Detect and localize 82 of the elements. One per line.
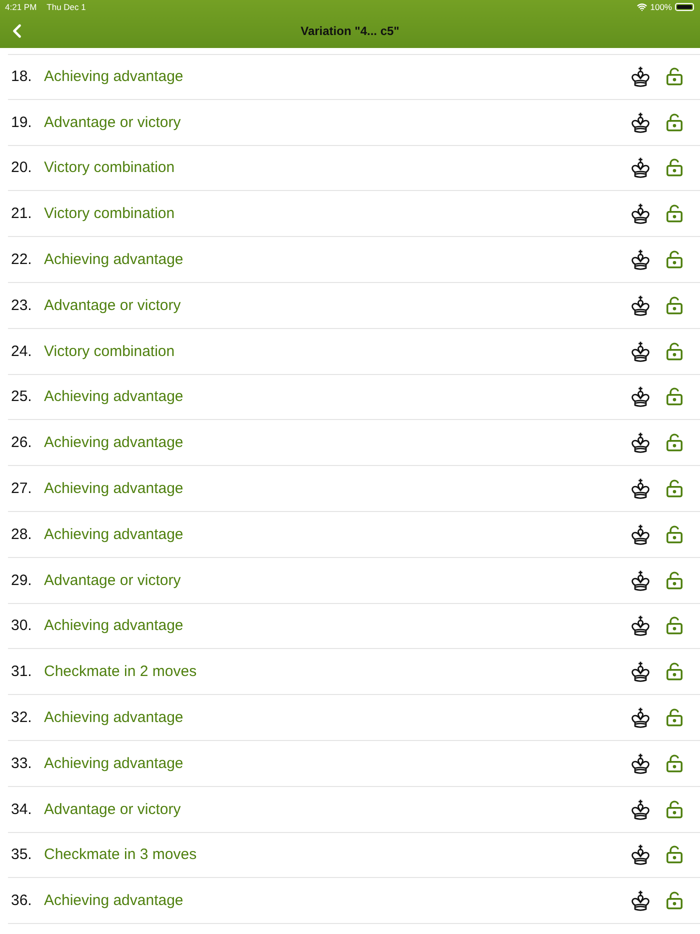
- exercise-row[interactable]: 21. Victory combination: [8, 191, 700, 238]
- exercise-row[interactable]: 31. Checkmate in 2 moves: [8, 649, 700, 696]
- exercise-row[interactable]: 30. Achieving advantage: [8, 604, 700, 650]
- exercise-row[interactable]: 34. Advantage or victory: [8, 786, 700, 833]
- exercise-title: Checkmate in 2 moves: [44, 663, 198, 680]
- exercise-row[interactable]: 20. Victory combination: [8, 146, 700, 192]
- chess-king-icon: [631, 524, 650, 545]
- exercise-row[interactable]: 29. Advantage or victory: [8, 558, 700, 604]
- battery-icon: [675, 3, 694, 11]
- exercise-number: 36.: [11, 892, 33, 910]
- exercise-number: 18.: [11, 68, 33, 86]
- chess-king-icon: [631, 478, 650, 500]
- exercise-title: Victory combination: [44, 342, 176, 360]
- exercise-number: 34.: [11, 800, 33, 818]
- exercise-number: 29.: [11, 572, 33, 589]
- exercise-title: Achieving advantage: [44, 617, 184, 634]
- exercise-title: Victory combination: [44, 159, 176, 176]
- exercise-row[interactable]: 27. Achieving advantage: [8, 466, 700, 512]
- exercise-title: Achieving advantage: [44, 434, 184, 452]
- chess-king-icon: [631, 112, 650, 133]
- exercise-number: 31.: [11, 663, 33, 680]
- status-date: Thu Dec 1: [46, 2, 86, 12]
- chess-king-icon: [631, 386, 650, 408]
- exercise-row[interactable]: 25. Achieving advantage: [8, 374, 700, 420]
- exercise-title: Checkmate in 3 moves: [44, 846, 198, 864]
- chess-king-icon: [631, 661, 650, 682]
- exercise-title: Achieving advantage: [44, 480, 184, 498]
- exercise-title: Advantage or victory: [44, 114, 182, 131]
- chess-king-icon: [631, 66, 650, 88]
- exercise-row[interactable]: 22. Achieving advantage: [8, 237, 700, 283]
- exercise-number: 28.: [11, 526, 33, 543]
- exercise-number: 33.: [11, 754, 33, 772]
- battery-percentage: 100%: [650, 2, 672, 12]
- chess-king-icon: [631, 890, 650, 912]
- chess-king-icon: [631, 844, 650, 866]
- wifi-icon: [637, 2, 648, 12]
- exercise-row[interactable]: 32. Achieving advantage: [8, 695, 700, 741]
- exercise-number: 19.: [11, 114, 33, 131]
- exercise-number: 21.: [11, 205, 33, 222]
- chess-king-icon: [631, 203, 650, 224]
- exercise-title: Achieving advantage: [44, 892, 184, 910]
- exercise-number: 22.: [11, 251, 33, 268]
- screen-title: Variation "4... c5": [300, 24, 400, 38]
- chess-king-icon: [631, 570, 650, 591]
- exercise-title: Achieving advantage: [44, 251, 184, 268]
- exercise-title: Victory combination: [44, 205, 176, 222]
- chess-king-icon: [631, 707, 650, 728]
- chess-king-icon: [631, 432, 650, 454]
- exercise-row[interactable]: 19. Advantage or victory: [8, 100, 700, 146]
- exercise-number: 25.: [11, 388, 33, 406]
- exercise-row[interactable]: 33. Achieving advantage: [8, 740, 700, 787]
- exercise-row[interactable]: 36. Achieving advantage: [8, 878, 700, 924]
- chess-king-icon: [631, 294, 650, 316]
- exercise-row[interactable]: 35. Checkmate in 3 moves: [8, 832, 700, 878]
- exercise-row[interactable]: 23. Advantage or victory: [8, 282, 700, 329]
- exercise-title: Achieving advantage: [44, 526, 184, 543]
- exercise-title: Achieving advantage: [44, 388, 184, 406]
- exercise-title: Achieving advantage: [44, 754, 184, 772]
- chess-king-icon: [631, 157, 650, 178]
- chess-king-icon: [631, 340, 650, 362]
- exercise-number: 20.: [11, 159, 33, 176]
- status-time: 4:21 PM: [5, 2, 37, 12]
- exercise-title: Advantage or victory: [44, 572, 182, 589]
- chess-king-icon: [631, 752, 650, 774]
- exercise-title: Achieving advantage: [44, 709, 184, 726]
- exercise-row[interactable]: 18. Achieving advantage: [8, 54, 700, 100]
- chess-king-icon: [631, 798, 650, 820]
- exercise-number: 23.: [11, 296, 33, 314]
- chess-king-icon: [631, 249, 650, 270]
- chess-king-icon: [631, 615, 650, 636]
- exercise-number: 24.: [11, 342, 33, 360]
- exercise-number: 27.: [11, 480, 33, 498]
- exercise-row[interactable]: 26. Achieving advantage: [8, 420, 700, 466]
- exercise-title: Advantage or victory: [44, 296, 182, 314]
- exercise-row[interactable]: 24. Victory combination: [8, 328, 700, 375]
- exercise-number: 26.: [11, 434, 33, 452]
- exercise-number: 35.: [11, 846, 33, 864]
- exercise-number: 32.: [11, 709, 33, 726]
- exercise-number: 30.: [11, 617, 33, 634]
- exercise-title: Advantage or victory: [44, 800, 182, 818]
- exercise-title: Achieving advantage: [44, 68, 184, 86]
- exercise-row[interactable]: 28. Achieving advantage: [8, 512, 700, 558]
